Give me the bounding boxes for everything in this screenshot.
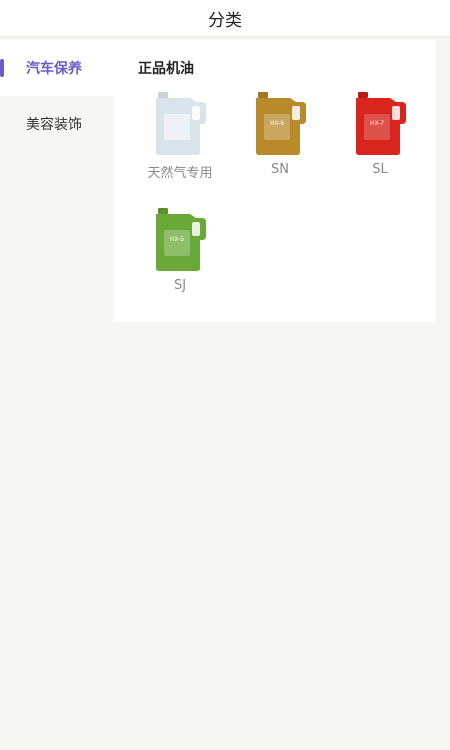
section-title: 正品机油 (138, 61, 194, 77)
product-item-natural-gas[interactable]: 天然气专用 (130, 92, 230, 194)
sidebar-item-label: 汽车保养 (26, 61, 82, 77)
sidebar-item-beauty-decoration[interactable]: 美容装饰 (0, 96, 114, 152)
product-label: SJ (173, 278, 187, 293)
page-title: 分类 (208, 10, 242, 31)
jug-badge-text: HX-6 (270, 121, 284, 127)
category-sidebar: 汽车保养 美容装饰 (0, 40, 114, 152)
product-item-sn[interactable]: HX-6 SN (230, 92, 330, 194)
jug-badge-text: HX-5 (170, 237, 184, 243)
page-header: 分类 (0, 0, 450, 36)
sidebar-item-car-maintenance[interactable]: 汽车保养 (0, 40, 114, 96)
oil-jug-image (156, 92, 206, 155)
sidebar-item-label: 美容装饰 (26, 117, 82, 133)
product-label: SN (271, 162, 289, 177)
product-label: 天然气专用 (147, 166, 213, 181)
oil-jug-image: HX-5 (156, 208, 206, 271)
oil-jug-image: HX-7 (356, 92, 406, 155)
jug-badge-text: HX-7 (370, 121, 384, 127)
product-label: SL (372, 162, 388, 177)
product-item-sj[interactable]: HX-5 SJ (130, 208, 230, 310)
product-item-sl[interactable]: HX-7 SL (330, 92, 430, 194)
category-content: 正品机油 天然气专用 HX-6 SN HX-7 SL HX-5 SJ (114, 40, 436, 322)
oil-jug-image: HX-6 (256, 92, 306, 155)
product-grid: 天然气专用 HX-6 SN HX-7 SL HX-5 SJ (130, 92, 430, 310)
